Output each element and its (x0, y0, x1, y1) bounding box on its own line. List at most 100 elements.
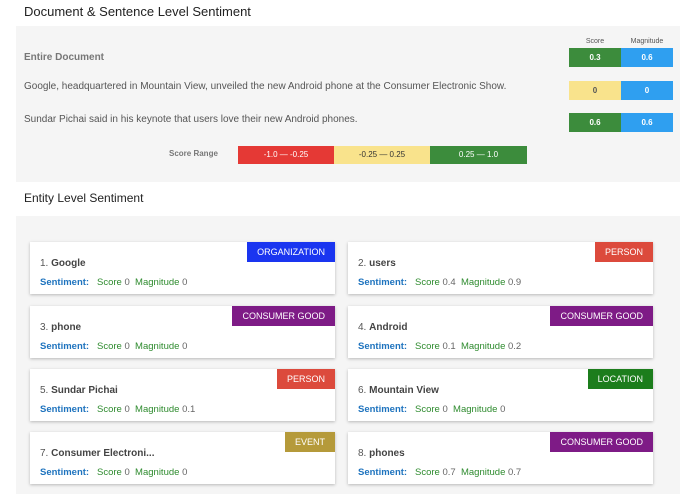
neutral-range-box: -0.25 — 0.25 (334, 146, 430, 164)
entity-name: phone (51, 322, 82, 333)
entity-type-badge: LOCATION (587, 369, 653, 389)
entity-magnitude-value: 0 (182, 341, 188, 352)
entity-title: 4. Android (358, 322, 407, 333)
score-word: Score (94, 404, 125, 415)
sentence-1-score-pill: 0 (569, 81, 621, 100)
entity-title: 7. Consumer Electroni... (40, 448, 154, 459)
entity-index: 5. (40, 385, 52, 396)
entity-title: 1. Google (40, 258, 86, 269)
entity-name: phones (369, 448, 405, 459)
entity-magnitude-value: 0 (182, 277, 188, 288)
sentiment-label: Sentiment: (358, 404, 413, 415)
sentence-2-score-pill: 0.6 (569, 113, 621, 132)
magnitude-column-header: Magnitude (630, 38, 664, 45)
negative-range-box: -1.0 — -0.25 (238, 146, 334, 164)
entity-title: 8. phones (358, 448, 405, 459)
document-sentiment-panel: Score Magnitude Entire Document 0.3 0.6 … (16, 26, 680, 182)
entity-magnitude-value: 0 (182, 467, 188, 478)
entity-card[interactable]: EVENT 7. Consumer Electroni... Sentiment: … (30, 432, 335, 484)
magnitude-word: Magnitude (129, 341, 183, 352)
entity-type-badge: PERSON (276, 369, 335, 389)
entity-sentiment-line: Sentiment: Score 0.7 Magnitude 0.7 (358, 467, 521, 478)
entity-title: 6. Mountain View (358, 385, 439, 396)
entity-card[interactable]: ORGANIZATION 1. Google Sentiment: Score 0 … (30, 242, 335, 294)
entity-type-badge: CONSUMER GOOD (232, 306, 335, 326)
entity-score-value: 0.7 (442, 467, 456, 478)
entity-name: Consumer Electroni... (51, 448, 155, 459)
sentiment-label: Sentiment: (40, 277, 95, 288)
entity-card[interactable]: CONSUMER GOOD 8. phones Sentiment: Score 0… (348, 432, 653, 484)
score-range-label: Score Range (169, 149, 218, 158)
sentiment-label: Sentiment: (40, 467, 95, 478)
entity-score-value: 0.1 (442, 341, 456, 352)
entity-name: Android (369, 322, 408, 333)
sentiment-label: Sentiment: (358, 277, 413, 288)
entity-sentiment-line: Sentiment: Score 0.4 Magnitude 0.9 (358, 277, 521, 288)
score-word: Score (94, 467, 125, 478)
score-word: Score (94, 341, 125, 352)
sentence-2-magnitude-pill: 0.6 (621, 113, 673, 132)
entity-title: 2. users (358, 258, 396, 269)
entity-card[interactable]: CONSUMER GOOD 3. phone Sentiment: Score 0 … (30, 306, 335, 358)
sentiment-label: Sentiment: (358, 467, 413, 478)
entity-type-badge: PERSON (594, 242, 653, 262)
score-word: Score (412, 404, 443, 415)
entity-type-badge: CONSUMER GOOD (550, 306, 653, 326)
entity-index: 1. (40, 258, 52, 269)
score-word: Score (412, 467, 443, 478)
entity-sentiment-line: Sentiment: Score 0 Magnitude 0.1 (40, 404, 195, 415)
entity-magnitude-value: 0 (500, 404, 506, 415)
entity-title: 3. phone (40, 322, 81, 333)
entity-index: 4. (358, 322, 370, 333)
magnitude-word: Magnitude (129, 467, 183, 478)
entity-card[interactable]: CONSUMER GOOD 4. Android Sentiment: Score … (348, 306, 653, 358)
entity-magnitude-value: 0.9 (508, 277, 522, 288)
doc-sentiment-title: Document & Sentence Level Sentiment (24, 4, 251, 19)
magnitude-word: Magnitude (455, 277, 508, 288)
sentence-1-text: Google, headquartered in Mountain View, … (24, 81, 507, 92)
sentence-1-magnitude-pill: 0 (621, 81, 673, 100)
entity-card[interactable]: LOCATION 6. Mountain View Sentiment: Score… (348, 369, 653, 421)
entity-sentiment-title: Entity Level Sentiment (24, 191, 144, 205)
entire-document-label: Entire Document (24, 52, 105, 63)
magnitude-word: Magnitude (129, 404, 183, 415)
entity-magnitude-value: 0.7 (508, 467, 522, 478)
score-word: Score (412, 277, 443, 288)
entity-name: Mountain View (369, 385, 439, 396)
entity-index: 3. (40, 322, 52, 333)
document-magnitude-pill: 0.6 (621, 48, 673, 67)
entity-type-badge: ORGANIZATION (247, 242, 335, 262)
entity-sentiment-line: Sentiment: Score 0 Magnitude 0 (358, 404, 505, 415)
entity-sentiment-line: Sentiment: Score 0 Magnitude 0 (40, 467, 187, 478)
magnitude-word: Magnitude (455, 467, 508, 478)
entity-index: 6. (358, 385, 370, 396)
positive-range-box: 0.25 — 1.0 (430, 146, 527, 164)
entity-score-value: 0.4 (442, 277, 456, 288)
score-word: Score (94, 277, 125, 288)
entity-index: 2. (358, 258, 370, 269)
score-word: Score (412, 341, 443, 352)
entity-type-badge: CONSUMER GOOD (550, 432, 653, 452)
entity-title: 5. Sundar Pichai (40, 385, 118, 396)
magnitude-word: Magnitude (447, 404, 501, 415)
entity-name: Google (51, 258, 86, 269)
entity-index: 8. (358, 448, 370, 459)
entity-card[interactable]: PERSON 5. Sundar Pichai Sentiment: Score 0… (30, 369, 335, 421)
entity-sentiment-line: Sentiment: Score 0.1 Magnitude 0.2 (358, 341, 521, 352)
score-column-header: Score (585, 38, 605, 45)
document-score-pill: 0.3 (569, 48, 621, 67)
entity-index: 7. (40, 448, 52, 459)
entity-name: Sundar Pichai (51, 385, 118, 396)
magnitude-word: Magnitude (129, 277, 183, 288)
entity-name: users (369, 258, 396, 269)
entity-sentiment-line: Sentiment: Score 0 Magnitude 0 (40, 341, 187, 352)
entity-type-badge: EVENT (284, 432, 335, 452)
magnitude-word: Magnitude (455, 341, 508, 352)
entity-magnitude-value: 0.2 (508, 341, 522, 352)
entity-card[interactable]: PERSON 2. users Sentiment: Score 0.4 Magni… (348, 242, 653, 294)
sentiment-label: Sentiment: (40, 404, 95, 415)
entity-magnitude-value: 0.1 (182, 404, 196, 415)
entity-sentiment-line: Sentiment: Score 0 Magnitude 0 (40, 277, 187, 288)
sentiment-label: Sentiment: (358, 341, 413, 352)
sentiment-label: Sentiment: (40, 341, 95, 352)
